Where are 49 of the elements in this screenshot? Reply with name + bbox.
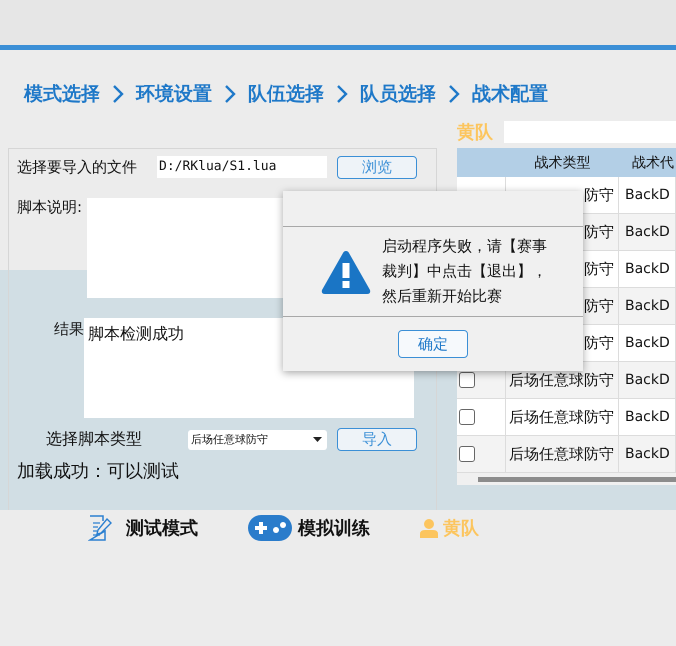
table-cell: BackD [625,187,670,203]
breadcrumb-step[interactable]: 队伍选择 [248,81,324,107]
table-cell: BackD [625,372,670,388]
gamepad-icon[interactable] [248,515,292,541]
table-cell: BackD [625,446,670,462]
browse-button[interactable]: 浏览 [337,156,417,179]
chevron-icon [112,84,124,104]
breadcrumb-step[interactable]: 模式选择 [24,81,100,107]
chevron-icon [224,84,236,104]
table-cell: BackD [625,409,670,425]
error-message: 启动程序失败，请【赛事裁判】中点击【退出】，然后重新开始比赛 [382,236,547,307]
column-header: 战术类型 [534,154,592,172]
chevron-icon [336,84,348,104]
field-label: 脚本说明: [17,198,84,217]
table-cell: 后场任意球防守 [509,370,614,390]
field-label: 选择要导入的文件 [17,157,138,178]
field-label: 结果 [53,320,84,339]
row-checkbox[interactable] [459,372,475,388]
table-cell: 后场任意球防守 [509,408,614,426]
team-label: 黄队 [457,121,494,144]
caret-icon[interactable] [313,436,322,442]
document-pencil-icon[interactable] [88,515,112,541]
row-checkbox[interactable] [459,409,475,425]
table-cell: BackD [625,224,670,240]
table-cell: 防守 [584,296,614,316]
breadcrumb-step[interactable]: 环境设置 [136,81,212,107]
table-cell: BackD [625,261,670,277]
script-type-dropdown[interactable]: 后场任意球防守 [188,430,327,450]
ok-button[interactable]: 确定 [398,330,468,358]
column-header: 战术代 [631,154,675,172]
table-cell: 防守 [584,222,614,242]
status-text: 加载成功：可以测试 [17,460,180,483]
field-label: 选择脚本类型 [45,429,143,450]
table-cell: 防守 [584,334,614,352]
chevron-icon [448,84,460,104]
file-path-field[interactable]: D:/RKlua/S1.lua [157,156,327,178]
toolbar-label[interactable]: 测试模式 [126,516,198,540]
scrollbar[interactable] [457,473,676,485]
table-cell: 后场任意球防守 [509,444,614,464]
table-cell: 防守 [584,260,614,278]
row-checkbox[interactable] [459,446,475,462]
table-cell: BackD [625,298,670,314]
table-cell: 防守 [584,186,614,204]
table-cell: BackD [625,335,670,351]
warning-icon [321,248,371,294]
import-button[interactable]: 导入 [337,428,417,451]
breadcrumb-step[interactable]: 队员选择 [360,81,436,107]
toolbar-label[interactable]: 模拟训练 [298,516,370,540]
breadcrumb-step[interactable]: 战术配置 [472,81,548,107]
